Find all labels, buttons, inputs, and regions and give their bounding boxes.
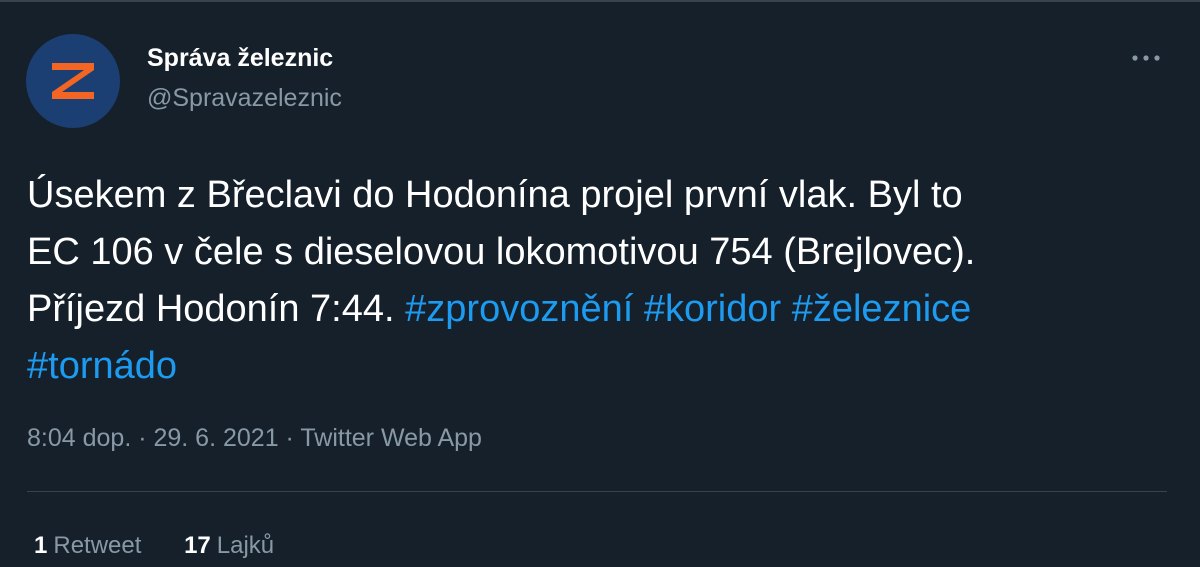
retweets-label: Retweet	[53, 532, 142, 559]
engagement-stats: 1 Retweet 17 Lajků	[34, 532, 310, 560]
stats-divider	[27, 491, 1167, 492]
likes-count: 17	[184, 532, 211, 559]
more-dots-icon	[1132, 55, 1160, 61]
tweet-text-segment: Příjezd Hodonín 7:44.	[27, 288, 406, 330]
likes-stat[interactable]: 17 Lajků	[184, 532, 274, 560]
retweets-stat[interactable]: 1 Retweet	[34, 532, 141, 560]
retweets-count: 1	[34, 532, 48, 559]
avatar[interactable]	[26, 34, 120, 128]
hashtag-link[interactable]: #železnice	[792, 288, 972, 330]
hashtag-link[interactable]: #tornádo	[27, 345, 177, 387]
author-handle[interactable]: @Spravazeleznic	[147, 84, 342, 113]
tweet-metadata: 8:04 dop. · 29. 6. 2021 · Twitter Web Ap…	[27, 424, 482, 453]
tweet-source[interactable]: Twitter Web App	[300, 424, 482, 452]
more-options-button[interactable]	[1126, 40, 1166, 76]
author-name[interactable]: Správa železnic	[147, 44, 333, 73]
tweet-time[interactable]: 8:04 dop.	[27, 424, 131, 452]
tweet-line: EC 106 v čele s dieselovou lokomotivou 7…	[27, 231, 976, 273]
tweet-text: Úsekem z Břeclavi do Hodonína projel prv…	[27, 167, 1177, 395]
meta-separator: ·	[131, 424, 154, 452]
likes-label: Lajků	[216, 532, 275, 559]
tweet-date[interactable]: 29. 6. 2021	[153, 424, 278, 452]
meta-separator: ·	[278, 424, 301, 452]
top-divider	[0, 0, 1200, 2]
tweet-line: Příjezd Hodonín 7:44. #zprovoznění #kori…	[27, 281, 1177, 338]
tweet-line: #tornádo	[27, 338, 1177, 395]
tweet-line: Úsekem z Břeclavi do Hodonína projel prv…	[27, 174, 963, 216]
hashtag-link[interactable]: #zprovoznění	[405, 288, 633, 330]
hashtag-link[interactable]: #koridor	[644, 288, 781, 330]
sz-logo-icon	[52, 63, 94, 99]
